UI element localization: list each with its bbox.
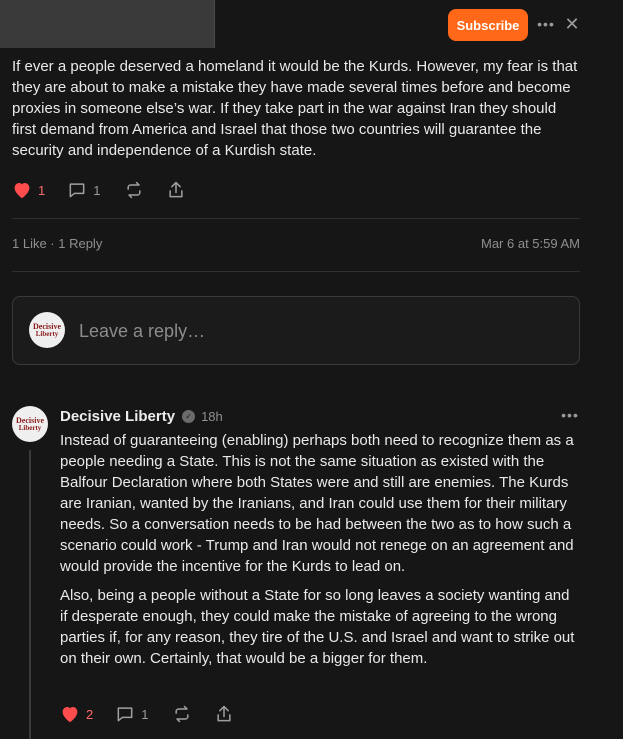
like-count: 2 bbox=[86, 706, 94, 722]
comment-button[interactable]: 1 bbox=[67, 178, 100, 202]
avatar: Decisive Liberty bbox=[29, 312, 65, 348]
reply-count: 1 bbox=[141, 706, 149, 722]
like-count: 1 bbox=[38, 182, 46, 198]
like-button[interactable]: 1 bbox=[12, 178, 45, 202]
subscribe-button[interactable]: Subscribe bbox=[448, 9, 528, 41]
badge-icon: ✓ bbox=[182, 409, 196, 423]
reply-author-avatar[interactable]: Decisive Liberty bbox=[12, 406, 48, 442]
comment-actions: 1 1 bbox=[12, 178, 186, 202]
reply-header: Decisive Liberty ✓ 18h bbox=[60, 406, 223, 426]
restack-icon bbox=[127, 181, 142, 199]
comment-timestamp[interactable]: Mar 6 at 5:59 AM bbox=[481, 236, 580, 251]
blurred-header-image bbox=[0, 0, 215, 48]
reply-time[interactable]: 18h bbox=[201, 409, 223, 424]
comment-icon bbox=[117, 707, 133, 722]
comment-meta: 1 Like · 1 Reply Mar 6 at 5:59 AM bbox=[12, 236, 580, 254]
reply-paragraph: Also, being a people without a State for… bbox=[60, 587, 575, 667]
comment-icon bbox=[69, 183, 85, 198]
restack-button[interactable] bbox=[124, 178, 144, 202]
divider bbox=[12, 271, 580, 272]
comment-button[interactable]: 1 bbox=[115, 702, 148, 726]
author-name[interactable]: Decisive Liberty bbox=[60, 408, 175, 425]
reply-actions: 2 1 bbox=[60, 702, 234, 726]
share-button[interactable] bbox=[214, 702, 234, 726]
ellipsis-icon[interactable]: ••• bbox=[561, 405, 579, 425]
reply-input[interactable] bbox=[77, 317, 561, 345]
ellipsis-icon[interactable]: ••• bbox=[537, 13, 555, 35]
restack-button[interactable] bbox=[172, 702, 192, 726]
share-icon bbox=[217, 705, 232, 722]
close-icon[interactable]: ✕ bbox=[563, 14, 581, 34]
share-icon bbox=[169, 181, 184, 198]
reply-text: Instead of guaranteeing (enabling) perha… bbox=[60, 430, 580, 677]
share-button[interactable] bbox=[166, 178, 186, 202]
comment-text: If ever a people deserved a homeland it … bbox=[12, 58, 578, 159]
heart-icon bbox=[14, 183, 30, 199]
reply-paragraph: Instead of guaranteeing (enabling) perha… bbox=[60, 432, 574, 575]
top-bar: Subscribe ••• ✕ bbox=[0, 0, 623, 48]
likes-summary[interactable]: 1 Like · 1 Reply bbox=[12, 236, 102, 251]
heart-icon bbox=[62, 707, 78, 723]
reply-count: 1 bbox=[93, 182, 101, 198]
restack-icon bbox=[175, 705, 190, 723]
reply-box[interactable]: Decisive Liberty bbox=[12, 296, 580, 365]
divider bbox=[12, 218, 580, 219]
thread-line[interactable] bbox=[29, 450, 31, 739]
like-button[interactable]: 2 bbox=[60, 702, 93, 726]
